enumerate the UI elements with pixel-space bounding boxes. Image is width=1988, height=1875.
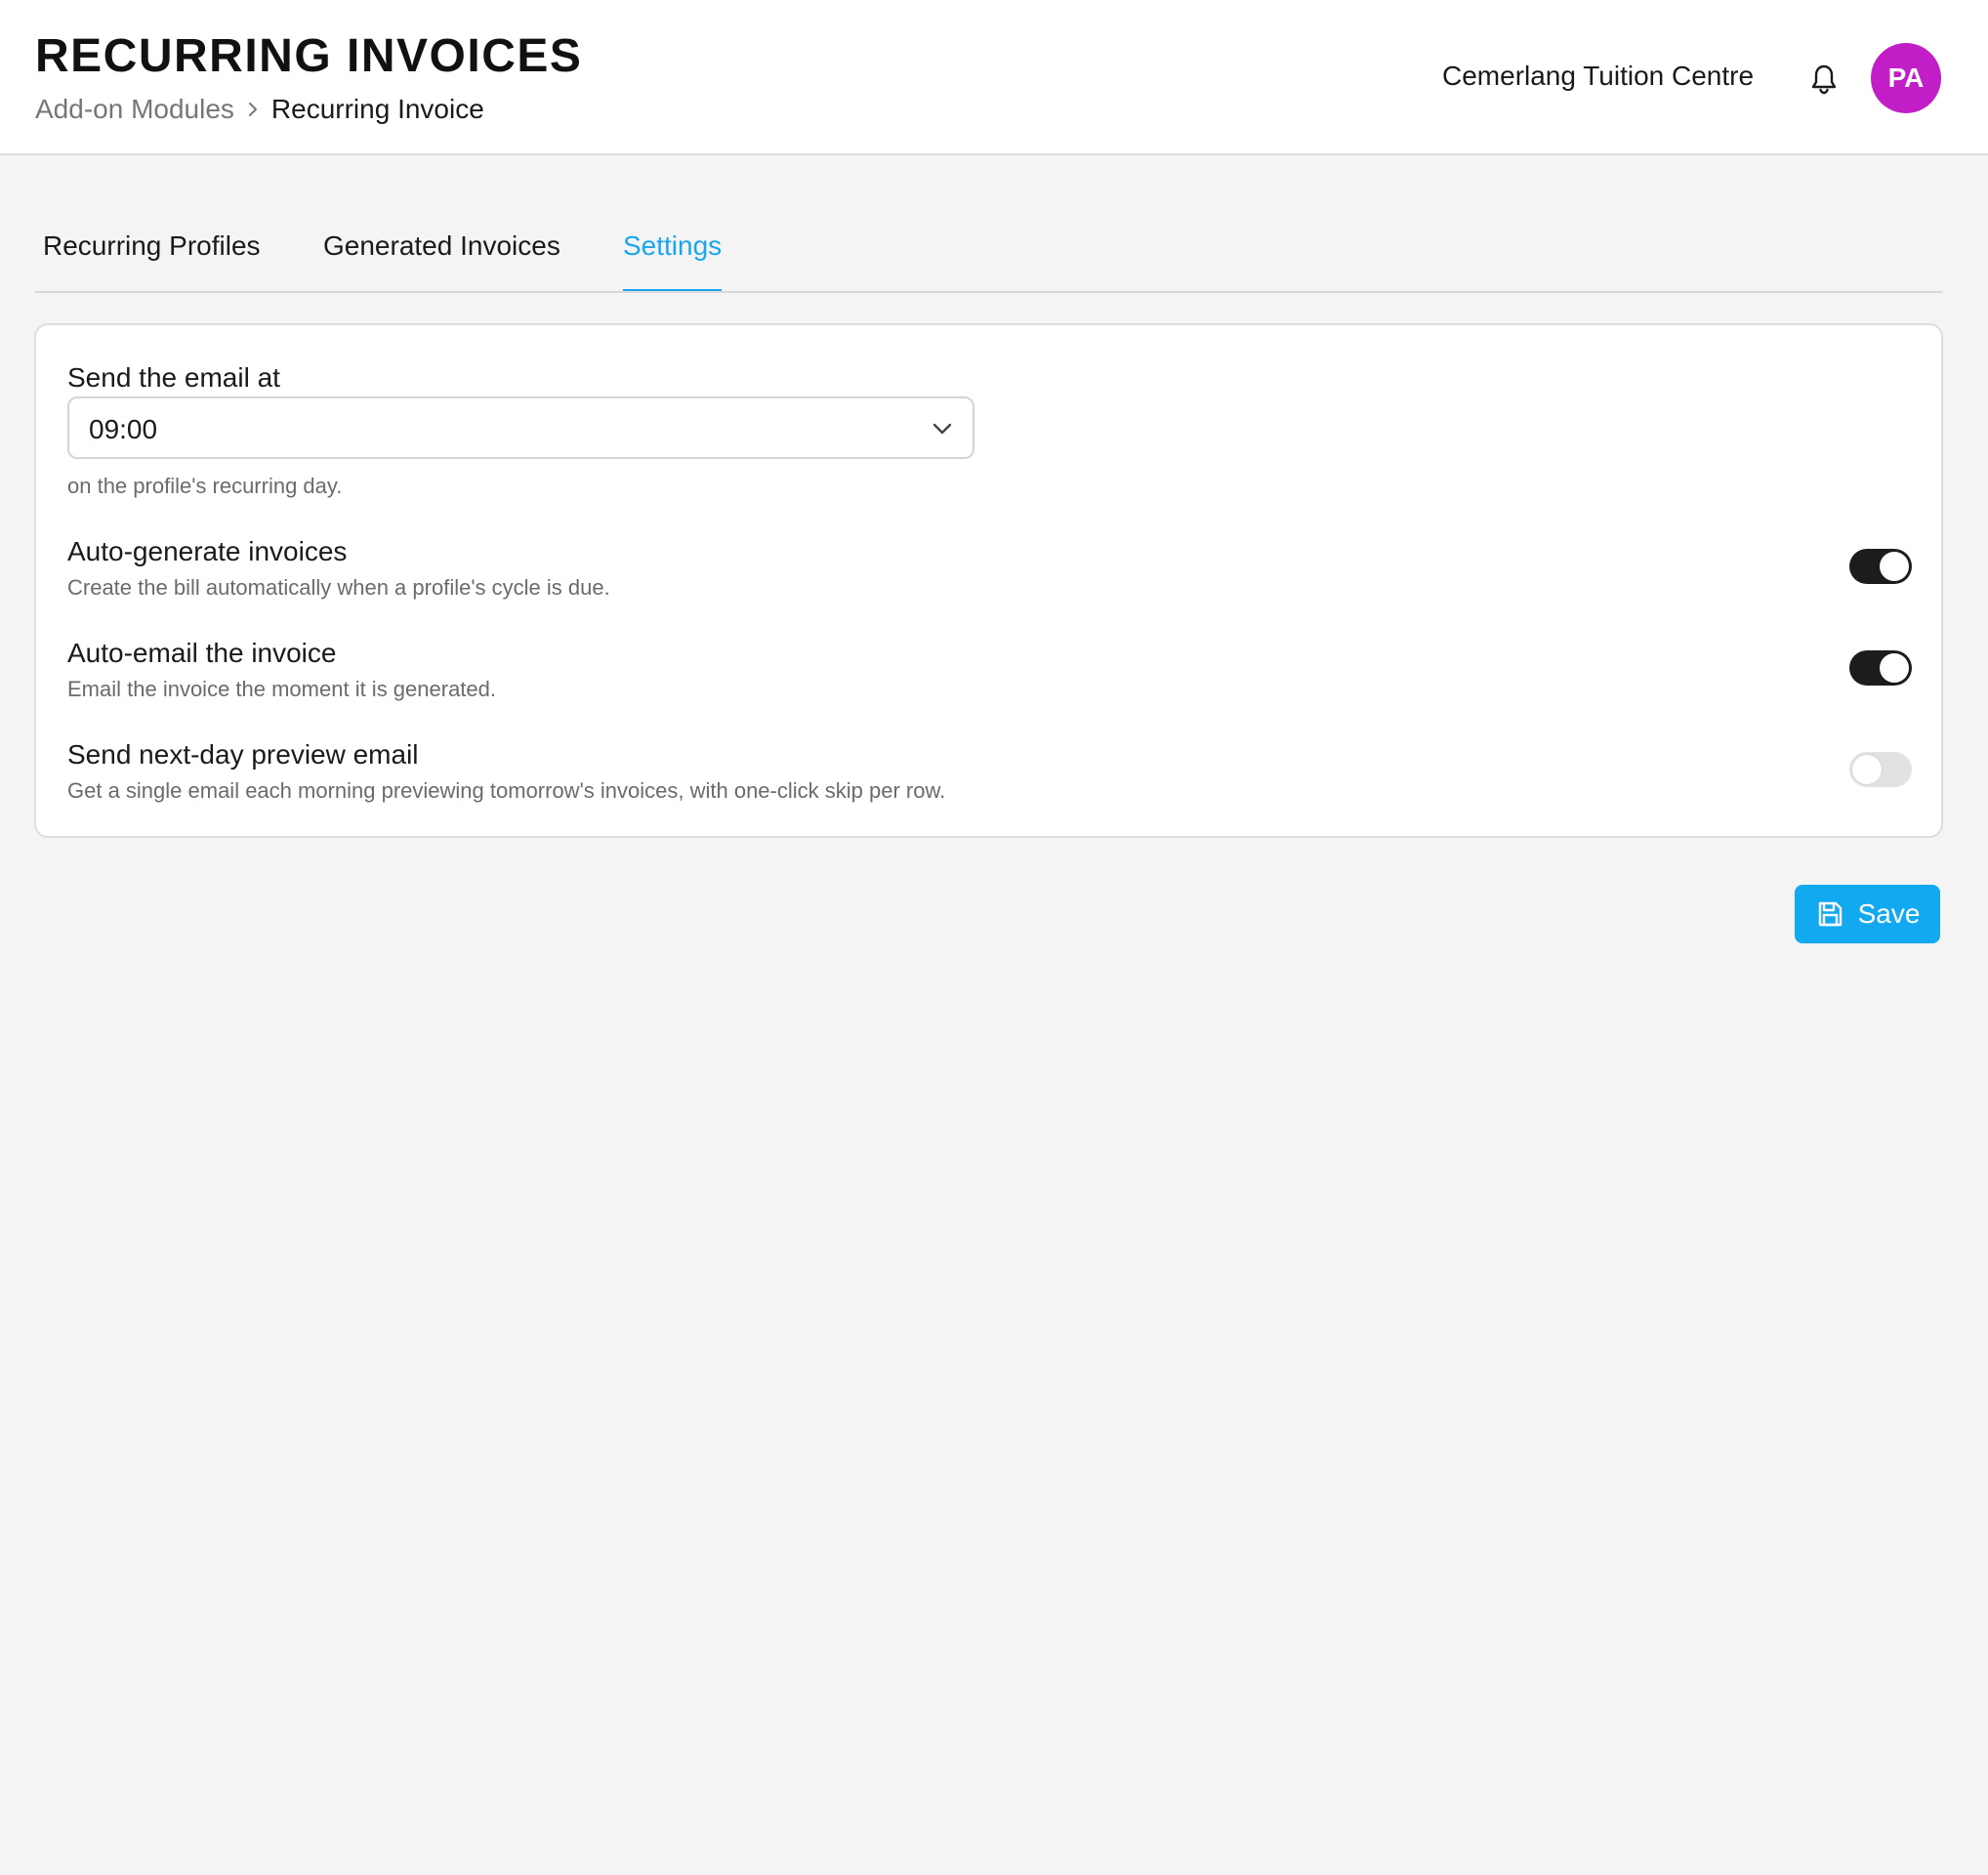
auto-email-toggle[interactable]	[1849, 650, 1912, 686]
floppy-disk-icon	[1815, 899, 1844, 929]
breadcrumb-parent-link[interactable]: Add-on Modules	[35, 94, 234, 125]
send-time-select[interactable]: 09:00	[67, 396, 974, 459]
auto-generate-title: Auto-generate invoices	[67, 536, 348, 566]
organization-name[interactable]: Cemerlang Tuition Centre	[1442, 61, 1754, 92]
preview-email-toggle[interactable]	[1849, 752, 1912, 787]
auto-email-title: Auto-email the invoice	[67, 638, 337, 668]
save-button[interactable]: Save	[1795, 885, 1940, 943]
breadcrumb-current: Recurring Invoice	[270, 94, 484, 124]
toggle-knob	[1852, 755, 1882, 784]
breadcrumb: Add-on Modules Recurring Invoice	[35, 94, 484, 125]
tab-settings[interactable]: Settings	[623, 230, 723, 291]
auto-generate-toggle[interactable]	[1849, 549, 1912, 584]
send-time-help: on the profile's recurring day.	[67, 474, 343, 498]
toggle-knob	[1880, 552, 1909, 581]
app-header: RECURRING INVOICES Add-on Modules Recurr…	[0, 0, 1988, 155]
page-title: RECURRING INVOICES	[35, 30, 583, 82]
chevron-right-icon	[234, 100, 271, 119]
save-label: Save	[1857, 898, 1921, 929]
tab-bar: Recurring Profiles Generated Invoices Se…	[35, 215, 1942, 293]
preview-email-description: Get a single email each morning previewi…	[67, 778, 946, 803]
preview-email-title: Send next-day preview email	[67, 739, 419, 770]
settings-card: Send the email at 09:00 on the profile's…	[34, 323, 1943, 838]
send-time-value: 09:00	[89, 414, 158, 444]
auto-email-description: Email the invoice the moment it is gener…	[67, 677, 497, 701]
avatar[interactable]: PA	[1871, 43, 1941, 113]
chevron-down-icon	[930, 416, 955, 441]
bell-icon[interactable]	[1806, 62, 1842, 97]
auto-generate-description: Create the bill automatically when a pro…	[67, 575, 610, 600]
toggle-knob	[1880, 653, 1909, 683]
tab-recurring-profiles[interactable]: Recurring Profiles	[43, 230, 261, 291]
send-time-label: Send the email at	[67, 362, 280, 393]
tab-generated-invoices[interactable]: Generated Invoices	[323, 230, 560, 291]
